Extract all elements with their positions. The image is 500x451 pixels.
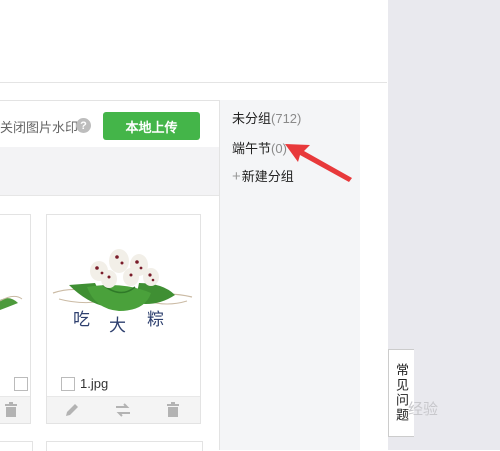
file-name: 1.jpg xyxy=(80,376,109,391)
caption-char: 粽 xyxy=(147,310,164,330)
group-name: 未分组 xyxy=(232,111,272,126)
group-name: 端午节 xyxy=(232,141,272,156)
delete-icon[interactable] xyxy=(2,401,20,419)
local-upload-button[interactable]: 本地上传 xyxy=(103,112,200,140)
select-checkbox[interactable] xyxy=(61,377,75,391)
select-checkbox[interactable] xyxy=(14,377,28,391)
caption-char: 大 xyxy=(109,316,126,336)
red-arrow-annotation xyxy=(285,144,352,182)
group-item-ungrouped[interactable]: 未分组(712) xyxy=(232,108,301,138)
image-thumbnail xyxy=(0,295,23,310)
group-count: (712) xyxy=(271,111,302,126)
move-group-icon[interactable] xyxy=(114,401,132,419)
group-item-dragon-boat[interactable]: 端午节(0) xyxy=(232,138,287,168)
edit-icon[interactable] xyxy=(63,401,81,419)
watermark-toggle-label[interactable]: 关闭图片水印 xyxy=(0,117,78,136)
delete-icon[interactable] xyxy=(164,401,182,419)
plus-icon: + xyxy=(232,168,241,185)
filter-toolbar xyxy=(0,147,219,196)
card-toolbar xyxy=(0,396,30,423)
image-card[interactable]: 吃 大 粽 1.jpg xyxy=(46,214,201,424)
image-card[interactable] xyxy=(0,214,31,424)
top-divider xyxy=(0,82,387,83)
help-icon[interactable]: ? xyxy=(76,118,91,133)
faq-tab[interactable]: 常见问题 xyxy=(388,349,414,437)
caption-char: 吃 xyxy=(73,310,90,330)
card-toolbar xyxy=(47,396,200,423)
image-thumbnail: 吃 大 粽 xyxy=(52,249,193,336)
site-watermark: 经验 xyxy=(408,401,439,418)
